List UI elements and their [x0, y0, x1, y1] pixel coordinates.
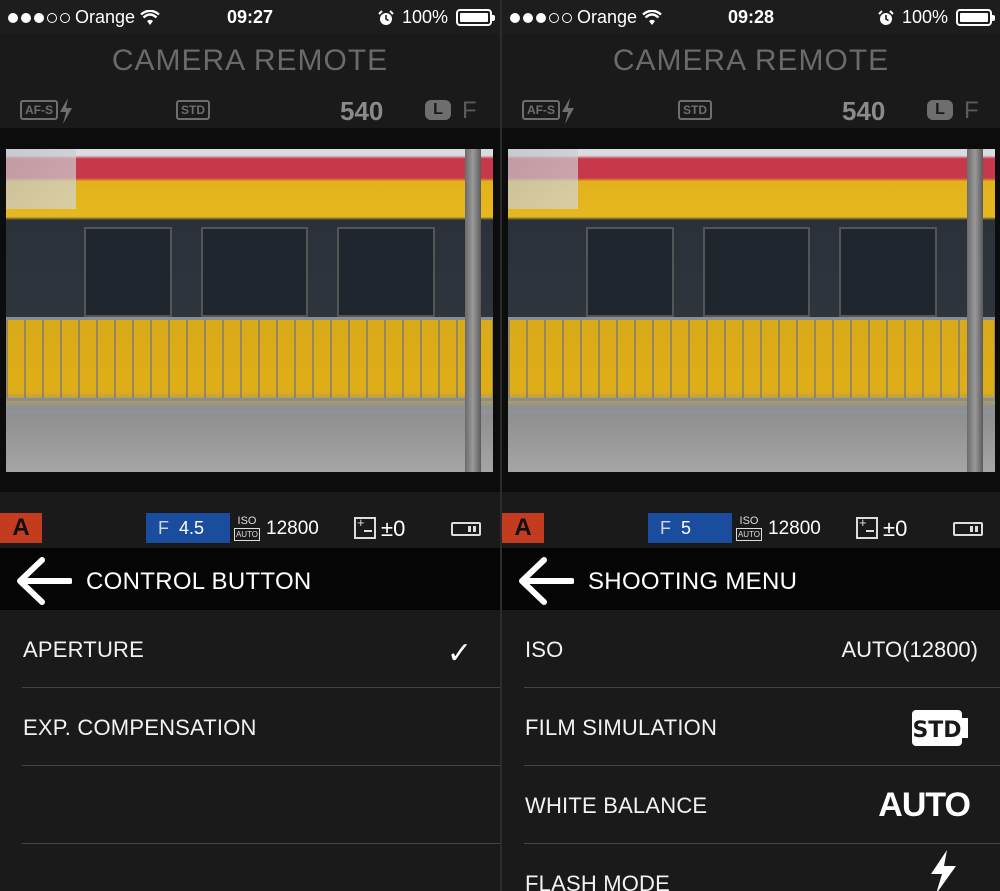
page-title: SHOOTING MENU	[588, 568, 798, 595]
camera-status-bar: AF-S STD	[502, 92, 1000, 128]
list-item-label: APERTURE	[23, 637, 144, 662]
checkmark-icon: ✓	[446, 637, 472, 670]
battery-icon	[956, 9, 995, 26]
shots-remaining: 540	[842, 96, 886, 126]
ios-status-bar: Orange 09:27 100%	[0, 0, 500, 34]
std-film-icon: STD	[912, 710, 968, 746]
ios-status-bar: Orange 09:28 100%	[502, 0, 1000, 34]
image-quality: F	[462, 97, 477, 124]
nav-bar: CONTROL BUTTON	[0, 548, 500, 610]
back-arrow-icon[interactable]	[516, 556, 574, 606]
list-item-aperture[interactable]: APERTURE ✓	[22, 610, 500, 688]
image-size-badge: L	[425, 100, 451, 120]
list-item-label: EXP. COMPENSATION	[23, 715, 257, 740]
iso-label: ISO AUTO	[736, 515, 762, 541]
list-item-exp-compensation[interactable]: EXP. COMPENSATION	[22, 688, 500, 766]
aperture-label: F	[158, 518, 169, 538]
screen-shooting-menu: Orange 09:28 100% CAMERA REMOTE AF-S STD…	[502, 0, 1000, 891]
live-view-image	[6, 149, 493, 472]
iso-setting-value: AUTO(12800)	[841, 637, 978, 662]
nav-bar: SHOOTING MENU	[502, 548, 1000, 610]
exposure-compensation-icon	[354, 515, 376, 539]
page-title: CONTROL BUTTON	[86, 568, 312, 595]
live-view	[502, 128, 1000, 492]
live-view	[0, 128, 500, 492]
white-balance-auto-badge: AUTO	[878, 786, 971, 824]
aperture-value[interactable]: F5	[648, 513, 732, 543]
film-simulation-badge: STD	[678, 100, 712, 120]
aperture-value[interactable]: F 4.5	[146, 513, 230, 543]
battery-icon	[456, 9, 495, 26]
menu-list: ISO AUTO(12800) FILM SIMULATION STD WHIT…	[502, 610, 1000, 891]
camera-battery-icon	[451, 522, 481, 536]
aperture-number: 4.5	[179, 518, 205, 538]
list-item-white-balance[interactable]: WHITE BALANCE AUTO	[524, 766, 1000, 844]
shooting-mode-badge: A	[0, 513, 42, 543]
af-mode-badge: AF-S	[522, 100, 560, 120]
menu-list: APERTURE ✓ EXP. COMPENSATION	[0, 610, 500, 891]
shooting-mode-badge: A	[502, 513, 544, 543]
film-simulation-badge: STD	[176, 100, 210, 120]
image-size-badge: L	[927, 100, 953, 120]
list-item-label: ISO	[525, 637, 564, 662]
flash-icon	[562, 98, 574, 124]
screen-control-button: Orange 09:27 100% CAMERA REMOTE AF-S STD…	[0, 0, 500, 891]
live-view-image	[508, 149, 995, 472]
list-item-empty[interactable]	[22, 766, 500, 844]
iso-value: 12800	[266, 518, 319, 539]
aperture-number: 5	[681, 518, 692, 538]
list-item-label: FLASH MODE	[525, 871, 671, 891]
list-item-label: FILM SIMULATION	[525, 715, 718, 740]
iso-value: 12800	[768, 518, 821, 539]
list-item-film-simulation[interactable]: FILM SIMULATION STD	[524, 688, 1000, 766]
exposure-compensation-icon	[856, 515, 878, 539]
exposure-compensation-value: ±0	[381, 516, 406, 541]
list-item-label: WHITE BALANCE	[525, 793, 708, 818]
list-item-iso[interactable]: ISO AUTO(12800)	[524, 610, 1000, 688]
battery-percent: 100%	[901, 7, 948, 27]
battery-percent: 100%	[401, 7, 448, 27]
app-title: CAMERA REMOTE	[612, 44, 890, 77]
image-quality: F	[964, 97, 979, 124]
flash-icon	[931, 850, 956, 891]
af-mode-badge: AF-S	[20, 100, 58, 120]
app-title: CAMERA REMOTE	[111, 44, 389, 77]
flash-icon	[60, 98, 72, 124]
iso-label: ISO AUTO	[234, 515, 260, 541]
aperture-label: F	[660, 518, 671, 538]
list-item-flash-mode[interactable]: FLASH MODE	[524, 844, 1000, 891]
svg-text:STD: STD	[912, 718, 961, 743]
camera-battery-icon	[953, 522, 983, 536]
exposure-bar: A F 4.5 ISOAUTO 12800 ±0	[0, 513, 500, 547]
shots-remaining: 540	[340, 96, 384, 126]
exposure-compensation-value: ±0	[883, 516, 908, 541]
alarm-icon	[878, 9, 894, 25]
alarm-icon	[378, 9, 394, 25]
back-arrow-icon[interactable]	[14, 556, 72, 606]
exposure-bar: A F5 ISOAUTO 12800 ±0	[502, 513, 1000, 547]
